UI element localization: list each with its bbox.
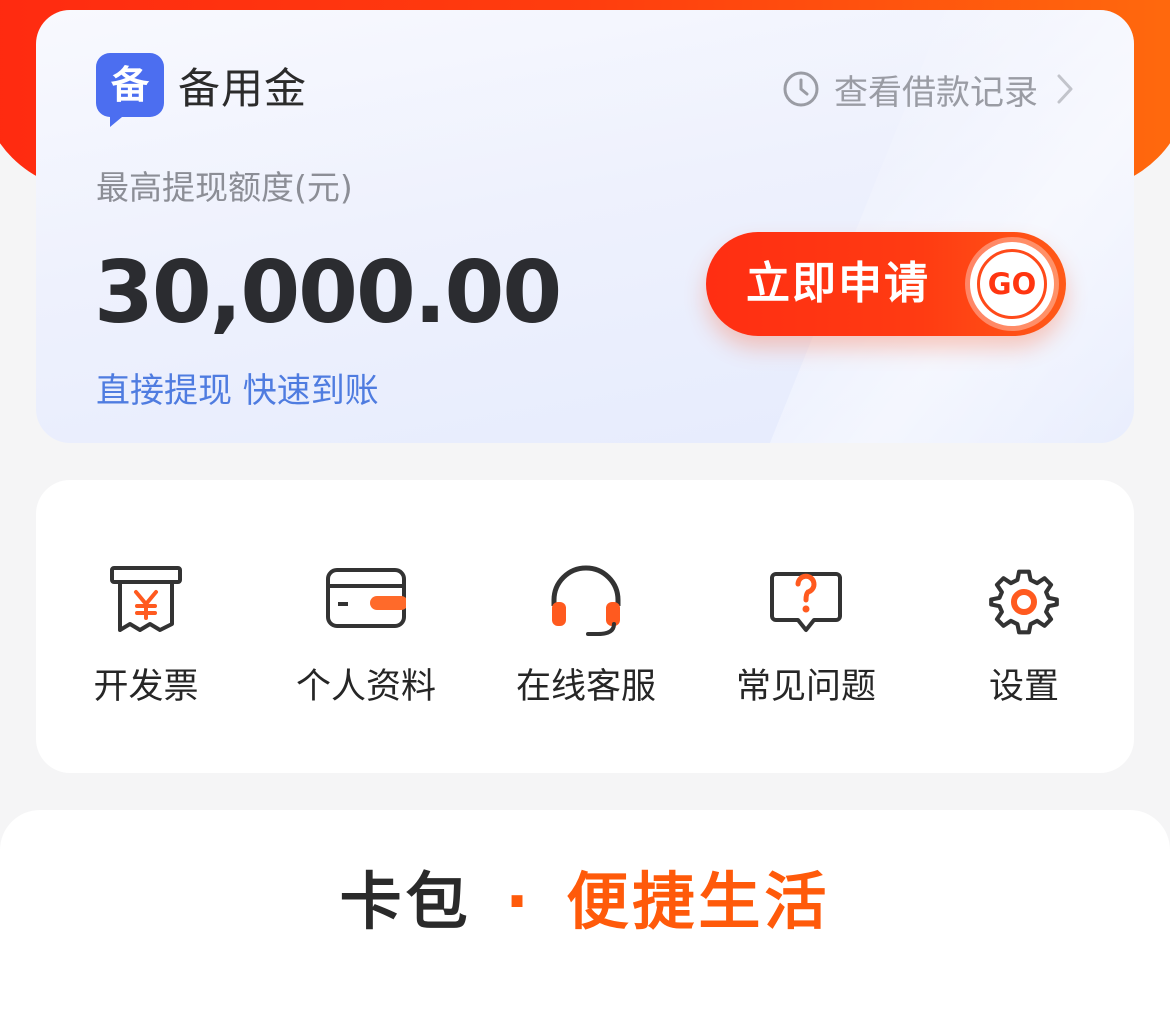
tool-label: 常见问题 xyxy=(735,667,876,707)
promo-title-part1: 卡包 xyxy=(339,865,472,938)
withdraw-slogan: 直接提现 快速到账 xyxy=(96,371,379,411)
headset-icon xyxy=(551,565,621,636)
product-title: 备用金 xyxy=(178,64,308,113)
tool-label: 个人资料 xyxy=(295,667,436,707)
reserve-fund-card: 备 备用金 查看借款记录 最高提现额度(元) 30,000.00 立即申请 GO… xyxy=(36,10,1134,443)
view-loan-history-link[interactable]: 查看借款记录 xyxy=(782,64,1076,114)
go-badge-label: GO xyxy=(977,249,1047,319)
tool-label: 在线客服 xyxy=(515,667,656,707)
tool-label: 开发票 xyxy=(93,667,199,707)
help-icon xyxy=(770,572,842,632)
tools-grid: 开发票 个人资料 在线客服 常见问题 设置 xyxy=(36,480,1134,773)
go-badge: GO xyxy=(970,242,1054,326)
gear-icon xyxy=(989,569,1059,635)
tool-settings[interactable]: 设置 xyxy=(924,540,1124,720)
reserve-logo-icon: 备 xyxy=(96,53,164,127)
promo-title-part2: 便捷生活 xyxy=(566,865,831,938)
tool-profile[interactable]: 个人资料 xyxy=(266,540,466,720)
max-withdraw-amount: 30,000.00 xyxy=(94,243,562,343)
apply-now-button[interactable]: 立即申请 GO xyxy=(706,232,1066,336)
clock-icon xyxy=(783,71,819,107)
tool-invoice[interactable]: 开发票 xyxy=(46,540,246,720)
promo-card: 卡包 · 便捷生活 xyxy=(0,810,1170,1010)
promo-title: 卡包 · 便捷生活 xyxy=(0,862,1170,942)
invoice-icon xyxy=(110,566,182,632)
tool-faq[interactable]: 常见问题 xyxy=(706,540,906,720)
chevron-right-icon xyxy=(1057,74,1073,104)
tool-online-service[interactable]: 在线客服 xyxy=(486,540,686,720)
tool-label: 设置 xyxy=(988,667,1059,707)
max-withdraw-label: 最高提现额度(元) xyxy=(96,168,353,207)
history-link-label: 查看借款记录 xyxy=(834,72,1038,113)
logo-char: 备 xyxy=(111,63,150,107)
apply-button-label: 立即申请 xyxy=(746,258,930,309)
card-icon xyxy=(326,568,406,628)
promo-title-separator: · xyxy=(505,865,533,938)
